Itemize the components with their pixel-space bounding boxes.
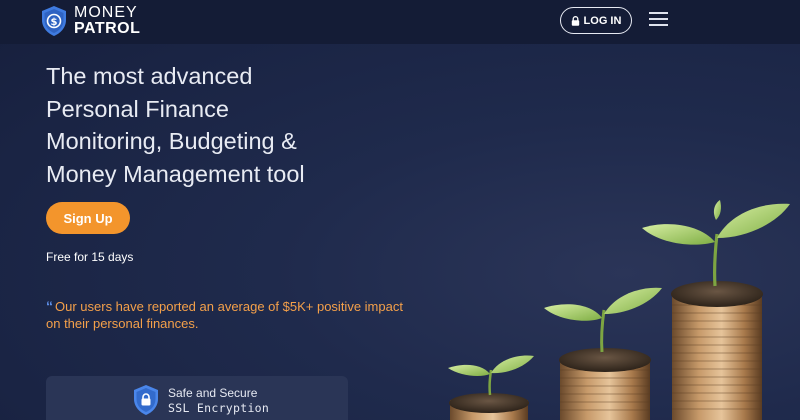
brand-wordmark: MONEY PATROL [74, 5, 140, 37]
testimonial-quote: “Our users have reported an average of $… [46, 298, 416, 332]
signup-button[interactable]: Sign Up [46, 202, 130, 234]
svg-text:$: $ [51, 17, 58, 28]
headline-line: The most advanced [46, 63, 253, 89]
growing-coins-illustration [448, 200, 790, 420]
security-line1: Safe and Secure [168, 386, 258, 400]
lock-icon [571, 15, 579, 26]
top-nav: $ MONEY PATROL LOG IN [0, 0, 800, 44]
login-button[interactable]: LOG IN [560, 7, 632, 34]
security-text: Safe and Secure SSL Encryption [168, 386, 269, 416]
quote-icon: “ [46, 298, 53, 314]
security-badge-card: Safe and Secure SSL Encryption [46, 376, 348, 420]
coin-stack-small [448, 355, 534, 420]
headline-line: Personal Finance [46, 95, 229, 122]
coin-stack-large [642, 200, 790, 420]
hamburger-menu-icon[interactable] [649, 12, 668, 26]
hero-headline: The most advanced Personal Finance Monit… [46, 60, 376, 190]
dollar-shield-icon: $ [42, 6, 66, 36]
brand-name-line1: MONEY [74, 4, 138, 21]
lock-shield-icon [134, 385, 158, 415]
free-trial-text: Free for 15 days [46, 250, 134, 264]
login-label: LOG IN [583, 14, 622, 27]
landing-page: $ MONEY PATROL LOG IN The most advanced … [0, 0, 800, 420]
quote-text: Our users have reported an average of $5… [46, 299, 403, 331]
brand-name-line2: PATROL [74, 20, 141, 37]
coin-stack-medium [544, 287, 662, 420]
brand-logo[interactable]: $ MONEY PATROL [40, 5, 140, 37]
headline-line: Monitoring, Budgeting & [46, 128, 297, 154]
headline-line: Money Management tool [46, 160, 305, 187]
security-line2: SSL Encryption [168, 401, 270, 415]
